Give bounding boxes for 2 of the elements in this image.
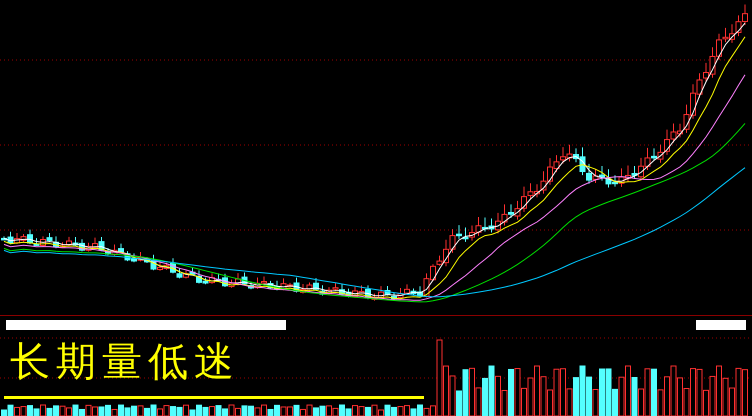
handwritten-annotation: 长期量低迷 bbox=[10, 338, 240, 386]
redacted-block bbox=[696, 320, 746, 330]
